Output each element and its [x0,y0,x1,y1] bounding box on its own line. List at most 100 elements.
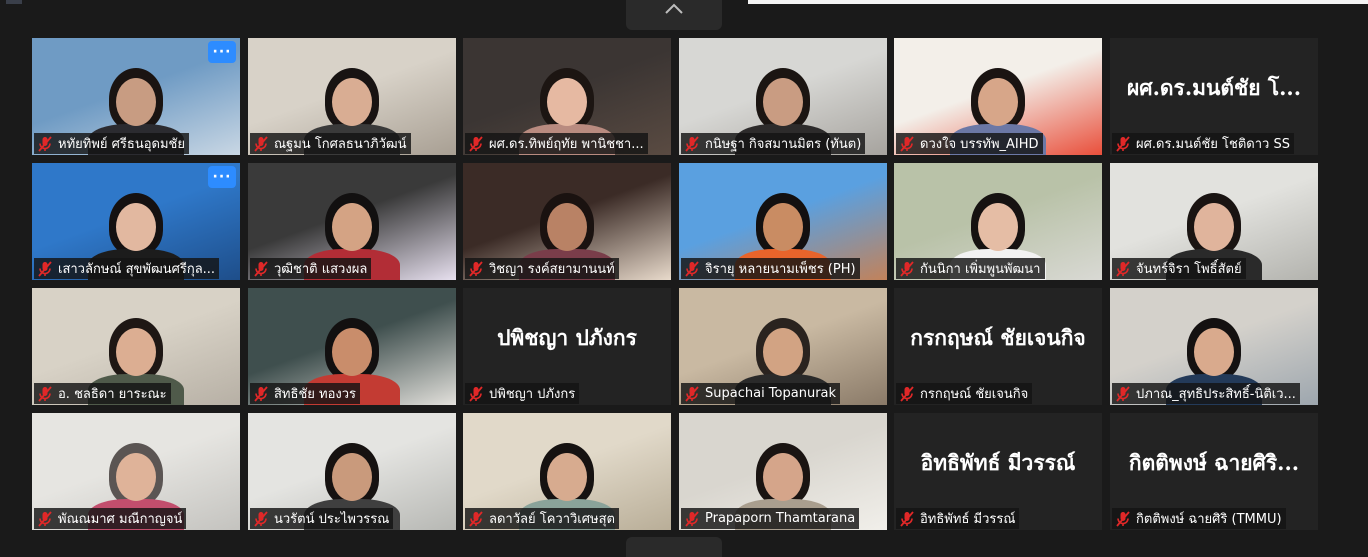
participant-name-label: เสาวลักษณ์ สุขพัฒนศรีกุล... [34,258,220,279]
participant-name: ปพิชญา ปภังกร [489,387,576,402]
participant-name-label: หทัยทิพย์ ศรีธนอุดมชัย [34,133,189,154]
participant-name: กนิษฐา กิจสมานมิตร (ทันต) [705,137,862,152]
face-shape [116,453,156,501]
app-corner-icon [6,0,22,4]
mic-muted-icon [469,510,483,527]
participant-video-tile[interactable]: นวรัตน์ ประไพวรรณ [248,413,456,530]
participant-name: Prapaporn Thamtarana [705,511,856,526]
mic-muted-icon [685,135,699,152]
participant-video-tile[interactable]: ··· เสาวลักษณ์ สุขพัฒนศรีกุล... [32,163,240,280]
face-shape [116,78,156,126]
participant-video-tile[interactable]: ดวงใจ บรรทัพ_AIHD [894,38,1102,155]
participant-video-tile[interactable]: กนิษฐา กิจสมานมิตร (ทันต) [679,38,887,155]
face-shape [332,203,372,251]
participant-name-tile[interactable]: อิทธิพัทธ์ มีวรรณ์ อิทธิพัทธ์ มีวรรณ์ [894,413,1102,530]
participant-name-label: กิตติพงษ์ ฉายศิริ (TMMU) [1112,508,1286,529]
participant-name-label: กันนิกา เพิ่มพูนพัฒนา [896,258,1045,279]
chevron-up-icon [665,3,683,14]
participant-video-tile[interactable]: วิชญา รงค์สยามานนท์ [463,163,671,280]
mic-muted-icon [38,260,52,277]
participant-video-tile[interactable]: จิรายุ หลายนามเพ็ชร (PH) [679,163,887,280]
participant-name-label: กนิษฐา กิจสมานมิตร (ทันต) [681,133,866,154]
gallery-grid: ··· หทัยทิพย์ ศรีธนอุดมชัย ณฐมน โกศลธนาภิว… [32,38,1318,531]
participant-video-tile[interactable]: พัณณมาศ มณีกาญจน์ [32,413,240,530]
participant-name: เสาวลักษณ์ สุขพัฒนศรีกุล... [58,262,216,277]
mic-muted-icon [900,260,914,277]
participant-name-label: จิรายุ หลายนามเพ็ชร (PH) [681,258,860,279]
participant-video-tile[interactable]: ลดาวัลย์ โควาวิเศษสุต [463,413,671,530]
participant-name: ผศ.ดร.ทิพย์ฤทัย พานิชชา... [489,137,644,152]
participant-name-tile[interactable]: ปพิชญา ปภังกร ปพิชญา ปภังกร [463,288,671,405]
mic-muted-icon [469,385,483,402]
participant-name: ลดาวัลย์ โควาวิเศษสุต [489,512,615,527]
face-shape [116,328,156,376]
mic-muted-icon [254,260,268,277]
participant-video-tile[interactable]: Supachai Topanurak [679,288,887,405]
participant-name: พัณณมาศ มณีกาญจน์ [58,512,183,527]
mic-muted-icon [38,385,52,402]
participant-name: หทัยทิพย์ ศรีธนอุดมชัย [58,137,185,152]
face-shape [332,328,372,376]
mic-muted-icon [1116,385,1130,402]
participant-video-tile[interactable]: วุฒิชาติ แสวงผล [248,163,456,280]
participant-name: นวรัตน์ ประไพวรรณ [274,512,390,527]
participant-name: อิทธิพัทธ์ มีวรรณ์ [920,512,1016,527]
face-shape [978,203,1018,251]
participant-name-tile[interactable]: ผศ.ดร.มนต์ชัย โ... ผศ.ดร.มนต์ชัย โชติดาว … [1110,38,1318,155]
participant-name-label: พัณณมาศ มณีกาญจน์ [34,508,187,529]
participant-name-label: ดวงใจ บรรทัพ_AIHD [896,133,1043,154]
face-shape [547,203,587,251]
participant-name: สิทธิชัย ทองวร [274,387,357,402]
participant-video-tile[interactable]: จันทร์จิรา โพธิ์สัตย์ [1110,163,1318,280]
top-window-edge [748,0,1368,4]
participant-name: วิชญา รงค์สยามานนท์ [489,262,615,277]
face-shape [1194,203,1234,251]
mic-muted-icon [254,510,268,527]
mic-muted-icon [685,260,699,277]
participant-name-tile[interactable]: กรกฤษณ์ ชัยเจนกิจ กรกฤษณ์ ชัยเจนกิจ [894,288,1102,405]
participant-name: วุฒิชาติ แสวงผล [274,262,368,277]
mic-muted-icon [254,385,268,402]
participant-name-label: ปภาณ_สุทธิประสิทธิ์-นิติเว... [1112,383,1300,404]
participant-name: จันทร์จิรา โพธิ์สัตย์ [1136,262,1242,277]
more-options-icon[interactable]: ··· [208,41,236,63]
participant-name: อ. ชลธิดา ยาระณะ [58,387,167,402]
mic-muted-icon [685,510,699,527]
participant-name-label: Supachai Topanurak [681,383,841,404]
participant-video-tile[interactable]: ··· หทัยทิพย์ ศรีธนอุดมชัย [32,38,240,155]
participant-name-tile[interactable]: กิตติพงษ์ ฉายศิริ... กิตติพงษ์ ฉายศิริ (T… [1110,413,1318,530]
collapse-toolbar-button[interactable] [626,0,722,30]
participant-video-tile[interactable]: Prapaporn Thamtarana [679,413,887,530]
mic-muted-icon [254,135,268,152]
mic-muted-icon [1116,260,1130,277]
participant-name: Supachai Topanurak [705,386,837,401]
participant-name: ดวงใจ บรรทัพ_AIHD [920,137,1039,152]
show-toolbar-button[interactable] [626,537,722,557]
participant-video-tile[interactable]: สิทธิชัย ทองวร [248,288,456,405]
face-shape [547,453,587,501]
participant-name-label: ณฐมน โกศลธนาภิวัฒน์ [250,133,411,154]
participant-name-label: ผศ.ดร.มนต์ชัย โชติดาว SS [1112,133,1294,154]
face-shape [763,203,803,251]
participant-video-tile[interactable]: ปภาณ_สุทธิประสิทธิ์-นิติเว... [1110,288,1318,405]
face-shape [116,203,156,251]
participant-name: กันนิกา เพิ่มพูนพัฒนา [920,262,1041,277]
more-options-icon[interactable]: ··· [208,166,236,188]
participant-name-label: ปพิชญา ปภังกร [465,383,580,404]
participant-display-name: ปพิชญา ปภังกร [497,324,637,350]
participant-name: จิรายุ หลายนามเพ็ชร (PH) [705,262,856,277]
participant-video-tile[interactable]: ผศ.ดร.ทิพย์ฤทัย พานิชชา... [463,38,671,155]
participant-name-label: วุฒิชาติ แสวงผล [250,258,372,279]
participant-video-tile[interactable]: กันนิกา เพิ่มพูนพัฒนา [894,163,1102,280]
participant-video-tile[interactable]: ณฐมน โกศลธนาภิวัฒน์ [248,38,456,155]
mic-muted-icon [469,135,483,152]
mic-muted-icon [469,260,483,277]
face-shape [763,453,803,501]
participant-name: กรกฤษณ์ ชัยเจนกิจ [920,387,1029,402]
face-shape [332,453,372,501]
participant-video-tile[interactable]: อ. ชลธิดา ยาระณะ [32,288,240,405]
participant-name-label: สิทธิชัย ทองวร [250,383,361,404]
participant-name: กิตติพงษ์ ฉายศิริ (TMMU) [1136,512,1282,527]
participant-name-label: นวรัตน์ ประไพวรรณ [250,508,394,529]
participant-name-label: อ. ชลธิดา ยาระณะ [34,383,171,404]
